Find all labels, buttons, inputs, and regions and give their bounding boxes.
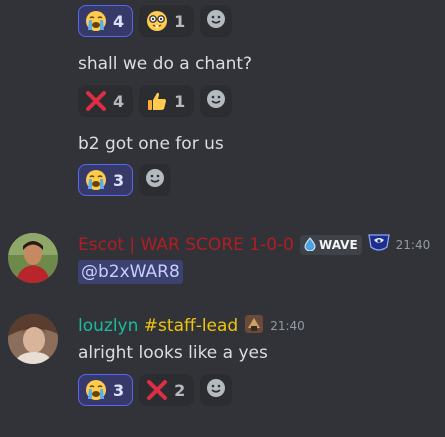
add-reaction-button[interactable] (139, 164, 172, 196)
reaction-cross[interactable]: 2 (139, 374, 195, 406)
clan-tag-label: WAVE (319, 238, 358, 252)
reaction-crying[interactable]: 3 (78, 374, 134, 406)
reaction-count: 1 (174, 91, 186, 111)
reaction-count: 1 (174, 11, 186, 31)
message-text: alright looks like a yes (78, 343, 268, 363)
nerd-face-icon (146, 10, 168, 32)
add-reaction-button[interactable] (200, 5, 233, 37)
reaction-count: 3 (113, 380, 125, 400)
add-reaction-icon (206, 89, 226, 113)
add-reaction-icon (206, 9, 226, 33)
reaction-cross[interactable]: 4 (78, 85, 134, 117)
chat-area: 4 1 shall we do a chant? 4 1 b2 got one … (0, 0, 445, 437)
reaction-bar: 3 (78, 164, 172, 196)
user-mention[interactable]: @b2xWAR8 (78, 260, 183, 284)
username[interactable]: louzlyn #staff-lead (78, 316, 238, 336)
reaction-bar: 4 1 (78, 5, 233, 37)
clan-tag[interactable]: WAVE (300, 235, 362, 255)
avatar[interactable] (8, 233, 58, 283)
username[interactable]: Escot | WAR SCORE 1-0-0 (78, 235, 294, 255)
role-icon (367, 233, 390, 257)
message-header: louzlyn #staff-lead 21:40 (78, 314, 305, 338)
timestamp: 21:40 (395, 238, 431, 252)
reaction-nerd[interactable]: 1 (139, 5, 195, 37)
message-header: Escot | WAR SCORE 1-0-0 WAVE 21:40 (78, 233, 430, 257)
add-reaction-icon (206, 378, 226, 402)
reaction-count: 4 (113, 91, 125, 111)
add-reaction-button[interactable] (200, 85, 233, 117)
cross-mark-icon (85, 90, 107, 112)
reaction-bar: 3 2 (78, 374, 233, 406)
username-suffix: #staff-lead (143, 316, 239, 336)
cross-mark-icon (146, 379, 168, 401)
loudly-crying-face-icon (85, 10, 107, 32)
message-text: b2 got one for us (78, 134, 224, 154)
reaction-count: 3 (113, 170, 125, 190)
timestamp: 21:40 (270, 319, 305, 333)
water-drop-icon (304, 236, 316, 255)
avatar[interactable] (8, 314, 58, 364)
reaction-thumbs-up[interactable]: 1 (139, 85, 195, 117)
reaction-crying[interactable]: 4 (78, 5, 134, 37)
reaction-count: 4 (113, 11, 125, 31)
message-text: shall we do a chant? (78, 54, 253, 74)
add-reaction-icon (145, 168, 165, 192)
username-name: louzlyn (78, 316, 139, 336)
loudly-crying-face-icon (85, 379, 107, 401)
loudly-crying-face-icon (85, 169, 107, 191)
reaction-crying[interactable]: 3 (78, 164, 134, 196)
add-reaction-button[interactable] (200, 374, 233, 406)
reaction-count: 2 (174, 380, 186, 400)
role-icon (244, 314, 264, 338)
reaction-bar: 4 1 (78, 85, 233, 117)
thumbs-up-icon (146, 90, 168, 112)
